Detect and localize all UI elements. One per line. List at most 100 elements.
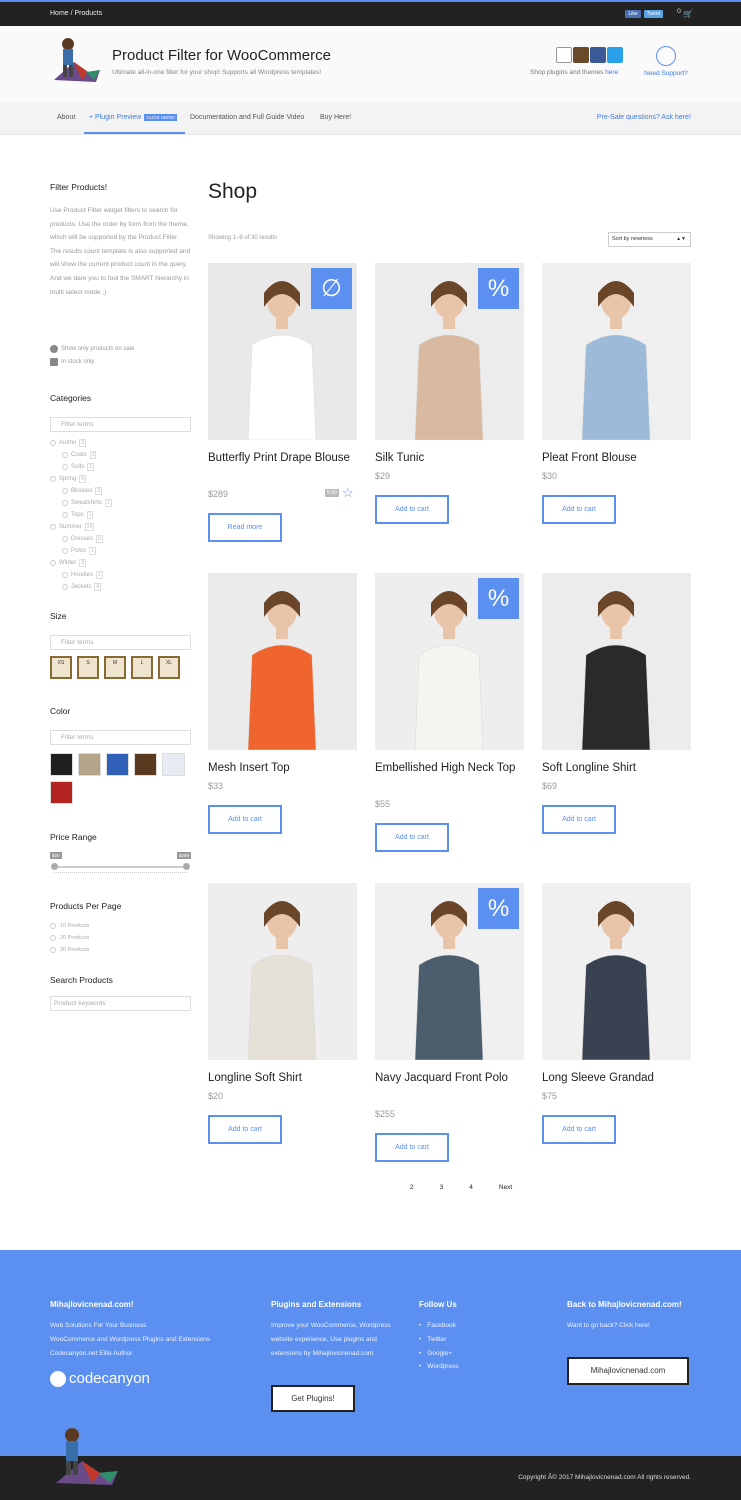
add-to-cart-button[interactable]: Add to cart xyxy=(208,805,282,834)
site-tagline: Ultimate all-in-one filter for your shop… xyxy=(112,69,322,76)
tweet-button[interactable]: Tweet xyxy=(643,10,663,18)
product-image[interactable]: ∅ xyxy=(208,263,357,440)
add-to-cart-button[interactable]: Add to cart xyxy=(542,495,616,524)
category-item[interactable]: Autmn 3 xyxy=(50,439,87,447)
color-swatch[interactable] xyxy=(78,753,101,776)
product-image[interactable]: % xyxy=(375,263,524,440)
category-item[interactable]: Hoodies 2 xyxy=(62,571,103,579)
sort-select[interactable]: Sort by newness ▲▼ xyxy=(608,232,691,247)
cart-icon[interactable]: 0 🛒 xyxy=(677,8,693,19)
product-image[interactable] xyxy=(208,883,357,1060)
product-title[interactable]: Butterfly Print Drape Blouse xyxy=(208,449,357,467)
add-to-cart-button[interactable]: Add to cart xyxy=(375,495,449,524)
brand-icons xyxy=(556,47,623,63)
add-to-cart-button[interactable]: Add to cart xyxy=(542,805,616,834)
product-title[interactable]: Long Sleeve Grandad xyxy=(542,1069,691,1087)
product-title[interactable]: Soft Longline Shirt xyxy=(542,759,691,777)
color-swatch[interactable] xyxy=(50,781,73,804)
codecanyon-logo[interactable]: codecanyon xyxy=(50,1370,150,1387)
page-link[interactable]: 4 xyxy=(469,1184,473,1191)
back-to-site-button[interactable]: Mihajlovicnenad.com xyxy=(567,1357,689,1385)
wordpress-link[interactable]: Wordpress xyxy=(419,1360,529,1374)
product-image[interactable] xyxy=(542,883,691,1060)
page-link[interactable]: 2 xyxy=(410,1184,414,1191)
support-user-icon xyxy=(656,46,676,66)
facebook-link[interactable]: Facebook xyxy=(419,1319,529,1333)
breadcrumb: Home / Products xyxy=(50,10,103,17)
next-page-link[interactable]: Next xyxy=(499,1184,512,1191)
color-swatch[interactable] xyxy=(50,753,73,776)
category-item[interactable]: Tops 1 xyxy=(62,511,94,519)
star-icon[interactable]: ☆ xyxy=(342,485,354,501)
add-to-cart-button[interactable]: Add to cart xyxy=(208,1115,282,1144)
ppp-option[interactable]: 20 Products xyxy=(50,935,89,941)
add-to-cart-button[interactable]: Add to cart xyxy=(375,823,449,852)
category-item[interactable]: Coats 3 xyxy=(62,451,97,459)
read-more-button[interactable]: Read more xyxy=(208,513,282,542)
facebook-like-button[interactable]: Like xyxy=(625,10,641,18)
nav-item-about[interactable]: About xyxy=(57,114,75,121)
category-item[interactable]: Dresses 6 xyxy=(62,535,103,543)
categories-filter-input[interactable]: Filter terms xyxy=(50,417,191,432)
color-filter-input[interactable]: Filter terms xyxy=(50,730,191,745)
add-to-cart-button[interactable]: Add to cart xyxy=(542,1115,616,1144)
onsale-checkbox[interactable]: Show only products on sale xyxy=(50,345,134,353)
site-title[interactable]: Product Filter for WooCommerce xyxy=(112,47,331,64)
slider-max-handle[interactable] xyxy=(183,863,190,870)
top-bar: Home / Products Like Tweet 0 🛒 xyxy=(0,0,741,26)
ppp-option[interactable]: 10 Products xyxy=(50,923,89,929)
nav-item-documentation[interactable]: Documentation and Full Guide Video xyxy=(190,114,304,121)
facebook-icon[interactable] xyxy=(590,47,606,63)
product-image[interactable] xyxy=(542,573,691,750)
twitter-link[interactable]: Twitter xyxy=(419,1333,529,1347)
size-swatch-s[interactable]: S xyxy=(77,656,99,679)
size-filter-input[interactable]: Filter terms xyxy=(50,635,191,650)
nav-item-buy-here[interactable]: Buy Here! xyxy=(320,114,351,121)
product-image[interactable]: % xyxy=(375,883,524,1060)
need-support-button[interactable]: Need Support? xyxy=(642,46,690,77)
category-item[interactable]: Sweatshirts 2 xyxy=(62,499,112,507)
twitter-icon[interactable] xyxy=(607,47,623,63)
footer-text[interactable]: Codecanyon.net Elite Author xyxy=(50,1347,240,1361)
product-image[interactable] xyxy=(542,263,691,440)
product-image[interactable] xyxy=(208,573,357,750)
product-title[interactable]: Pleat Front Blouse xyxy=(542,449,691,467)
category-item[interactable]: Winter 9 xyxy=(50,559,87,567)
category-item[interactable]: Blouses 3 xyxy=(62,487,103,495)
product-title[interactable]: Embellished High Neck Top xyxy=(375,759,524,777)
get-plugins-button[interactable]: Get Plugins! xyxy=(271,1385,355,1412)
bird-icon[interactable] xyxy=(573,47,589,63)
product-search-input[interactable]: Product keywords xyxy=(50,996,191,1011)
product-title[interactable]: Longline Soft Shirt xyxy=(208,1069,357,1087)
size-swatch-l[interactable]: L xyxy=(131,656,153,679)
product-title[interactable]: Mesh Insert Top xyxy=(208,759,357,777)
size-swatch-xs[interactable]: XS xyxy=(50,656,72,679)
nav-item-plugin-preview[interactable]: + Plugin Preview CLICK HERE! xyxy=(89,113,177,121)
category-item[interactable]: Spring 6 xyxy=(50,475,87,483)
mascot-logo-icon[interactable] xyxy=(48,36,102,84)
color-swatch[interactable] xyxy=(134,753,157,776)
shop-themes-link[interactable]: here xyxy=(605,69,618,76)
product-title[interactable]: Silk Tunic xyxy=(375,449,524,467)
product-image[interactable]: % xyxy=(375,573,524,750)
google-plus-link[interactable]: Google+ xyxy=(419,1347,529,1361)
category-item[interactable]: Suits 1 xyxy=(62,463,95,471)
product-title[interactable]: Navy Jacquard Front Polo xyxy=(375,1069,524,1087)
add-to-cart-button[interactable]: Add to cart xyxy=(375,1133,449,1162)
color-swatch[interactable] xyxy=(162,753,185,776)
size-swatch-xl[interactable]: XL xyxy=(158,656,180,679)
instock-checkbox[interactable]: In stock only xyxy=(50,358,94,366)
ppp-option[interactable]: 30 Products xyxy=(50,947,89,953)
price-range-slider[interactable]: $20 $289 xyxy=(50,852,191,882)
category-item[interactable]: Summer 14 xyxy=(50,523,95,531)
presale-questions-link[interactable]: Pre-Sale questions? Ask here! xyxy=(597,114,691,121)
category-item[interactable]: Jackets 4 xyxy=(62,583,102,591)
page-link[interactable]: 3 xyxy=(440,1184,444,1191)
color-swatch[interactable] xyxy=(106,753,129,776)
footer-text[interactable]: Want to go back? Click here! xyxy=(567,1319,689,1333)
category-item[interactable]: Polos 1 xyxy=(62,547,96,555)
size-swatch-m[interactable]: M xyxy=(104,656,126,679)
product-price: $75 xyxy=(542,1091,558,1101)
slider-min-handle[interactable] xyxy=(51,863,58,870)
codecanyon-icon[interactable] xyxy=(556,47,572,63)
